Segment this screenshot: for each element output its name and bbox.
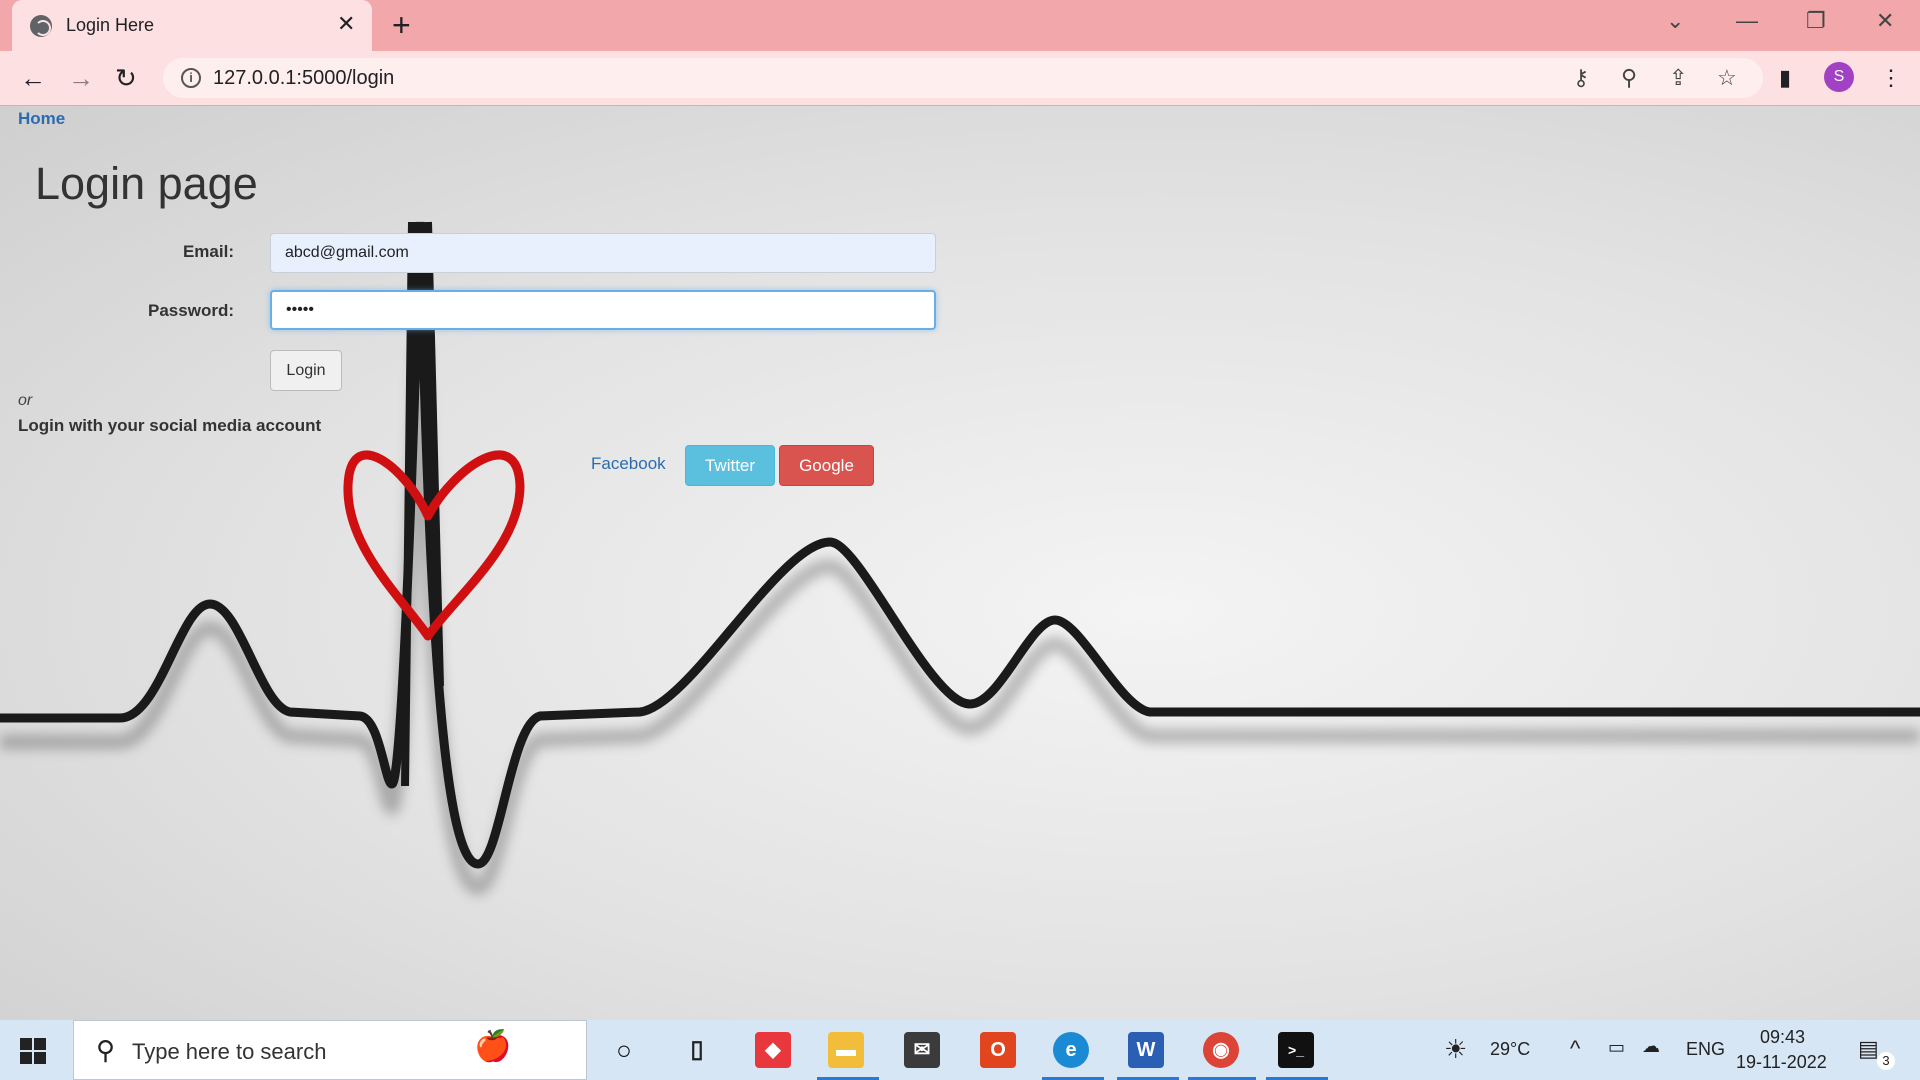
tab-close-icon[interactable]: ✕	[337, 11, 355, 37]
windows-start-icon[interactable]	[20, 1038, 46, 1064]
or-separator: or	[18, 392, 33, 409]
globe-icon	[30, 15, 52, 37]
reload-icon[interactable]: ↻	[115, 63, 137, 93]
search-highlight-icon: 🍎	[474, 1030, 512, 1063]
notification-icon[interactable]: ▤	[1858, 1036, 1879, 1062]
app-red-icon[interactable]: ◆	[755, 1032, 791, 1068]
edge-icon[interactable]: e	[1053, 1032, 1089, 1068]
task-view-icon[interactable]: ▯	[679, 1032, 715, 1068]
mail-icon[interactable]: ✉	[904, 1032, 940, 1068]
bookmark-star-icon[interactable]: ☆	[1717, 65, 1737, 91]
url-text[interactable]: 127.0.0.1:5000/login	[213, 67, 394, 90]
info-icon[interactable]: i	[181, 68, 201, 88]
forward-icon[interactable]: →	[68, 63, 94, 93]
menu-kebab-icon[interactable]: ⋮	[1880, 65, 1902, 91]
cortana-icon[interactable]: ○	[606, 1032, 642, 1068]
cloud-icon[interactable]: ☁	[1642, 1036, 1660, 1057]
tab-search-icon[interactable]: ⌄	[1666, 8, 1684, 34]
search-icon: ⚲	[96, 1035, 116, 1065]
back-icon[interactable]: ←	[20, 63, 46, 93]
minimize-icon[interactable]: —	[1736, 8, 1758, 34]
close-window-icon[interactable]: ✕	[1876, 8, 1894, 34]
device-icon[interactable]: ▭	[1608, 1037, 1625, 1058]
google-login-button[interactable]: Google	[779, 445, 874, 486]
page-content: Home Login page Email: Password: Login o…	[0, 106, 1920, 1020]
file-explorer-icon[interactable]: ▬	[828, 1032, 864, 1068]
zoom-out-icon[interactable]: ⚲	[1621, 65, 1637, 91]
terminal-icon[interactable]: >_	[1278, 1032, 1314, 1068]
profile-avatar[interactable]: S	[1824, 62, 1854, 92]
taskbar-search-box[interactable]: ⚲ Type here to search 🍎	[73, 1020, 587, 1080]
office-icon[interactable]: O	[980, 1032, 1016, 1068]
social-login-heading: Login with your social media account	[18, 416, 322, 435]
page-title: Login page	[35, 158, 258, 209]
share-icon[interactable]: ⇪	[1669, 65, 1687, 91]
weather-icon[interactable]: ☀	[1444, 1034, 1467, 1065]
weather-temperature[interactable]: 29°C	[1490, 1039, 1530, 1060]
clock-date[interactable]: 19-11-2022	[1736, 1052, 1827, 1073]
key-icon[interactable]: ⚷	[1573, 65, 1589, 91]
word-icon[interactable]: W	[1128, 1032, 1164, 1068]
tab-strip: Login Here ✕ + ⌄ — ❐ ✕	[0, 0, 1920, 51]
tab-title: Login Here	[66, 15, 155, 35]
email-label: Email:	[182, 242, 234, 261]
email-field[interactable]	[270, 233, 936, 273]
new-tab-button[interactable]: +	[392, 8, 411, 42]
browser-toolbar: ← → ↻ i 127.0.0.1:5000/login ⚷ ⚲ ⇪ ☆ ▮ ⋮	[0, 51, 1920, 106]
chevron-up-icon[interactable]: ^	[1570, 1036, 1580, 1062]
home-link[interactable]: Home	[18, 109, 65, 129]
facebook-login-link[interactable]: Facebook	[591, 454, 666, 474]
side-panel-icon[interactable]: ▮	[1779, 65, 1791, 91]
password-field[interactable]	[270, 290, 936, 330]
password-label: Password:	[148, 301, 234, 320]
search-placeholder: Type here to search	[132, 1039, 327, 1064]
browser-tab[interactable]: Login Here ✕	[12, 0, 372, 51]
windows-taskbar: ⚲ Type here to search 🍎 ○ ▯ ◆ ▬ ✉ O e W …	[0, 1020, 1920, 1080]
login-button[interactable]: Login	[270, 350, 342, 391]
address-bar[interactable]: i 127.0.0.1:5000/login ⚷ ⚲ ⇪ ☆	[163, 58, 1763, 98]
language-indicator[interactable]: ENG	[1686, 1039, 1725, 1060]
notification-badge: 3	[1877, 1052, 1895, 1070]
twitter-login-button[interactable]: Twitter	[685, 445, 775, 486]
clock-time[interactable]: 09:43	[1760, 1027, 1805, 1048]
restore-icon[interactable]: ❐	[1806, 8, 1826, 34]
chrome-icon[interactable]: ◉	[1203, 1032, 1239, 1068]
